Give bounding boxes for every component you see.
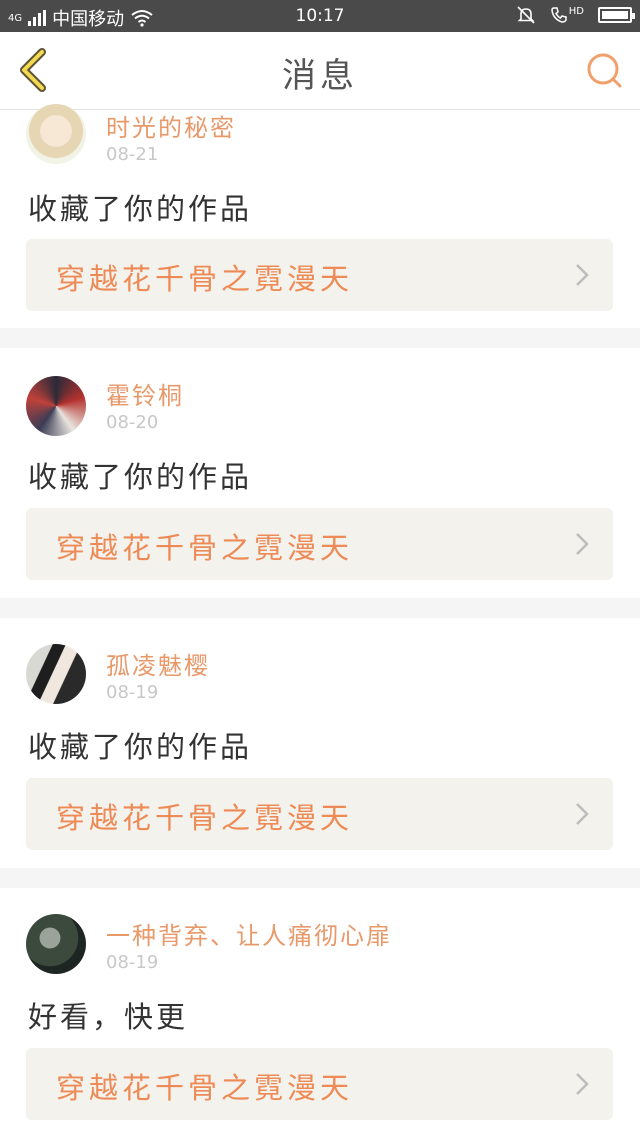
message-action: 收藏了你的作品: [28, 192, 253, 226]
message-action: 收藏了你的作品: [28, 730, 253, 764]
message-date: 08-19: [106, 952, 159, 973]
message-action: 收藏了你的作品: [28, 460, 253, 494]
page-title: 消息: [282, 56, 358, 96]
username[interactable]: 一种背弃、让人痛彻心扉: [106, 916, 392, 951]
avatar[interactable]: [26, 914, 86, 974]
message-card: 霍铃桐 08-20 收藏了你的作品 穿越花千骨之霓漫天: [0, 348, 640, 598]
battery-icon: [598, 7, 635, 23]
work-link[interactable]: 穿越花千骨之霓漫天: [26, 239, 613, 311]
username[interactable]: 霍铃桐: [106, 376, 184, 411]
work-title: 穿越花千骨之霓漫天: [56, 262, 354, 296]
search-icon[interactable]: [584, 50, 626, 92]
work-title: 穿越花千骨之霓漫天: [56, 1071, 354, 1105]
avatar[interactable]: [26, 644, 86, 704]
work-title: 穿越花千骨之霓漫天: [56, 531, 354, 565]
nav-bar: 消息: [0, 32, 640, 110]
avatar[interactable]: [26, 104, 86, 164]
phone-icon: [551, 7, 567, 23]
message-card: 一种背弃、让人痛彻心扉 08-19 好看，快更 穿越花千骨之霓漫天: [0, 888, 640, 1138]
mute-bell-icon: [517, 6, 535, 24]
message-date: 08-21: [106, 144, 159, 165]
work-link[interactable]: 穿越花千骨之霓漫天: [26, 1048, 613, 1120]
message-date: 08-20: [106, 412, 159, 433]
message-date: 08-19: [106, 682, 159, 703]
work-link[interactable]: 穿越花千骨之霓漫天: [26, 778, 613, 850]
status-bar: 4G 中国移动 10:17 HD: [0, 0, 640, 32]
hd-label: HD: [568, 6, 584, 17]
message-action: 好看，快更: [28, 1000, 189, 1034]
username[interactable]: 时光的秘密: [106, 108, 236, 143]
chevron-right-icon: [576, 533, 589, 555]
chevron-right-icon: [576, 1073, 589, 1095]
work-link[interactable]: 穿越花千骨之霓漫天: [26, 508, 613, 580]
chevron-right-icon: [576, 264, 589, 286]
message-card: 孤凌魅樱 08-19 收藏了你的作品 穿越花千骨之霓漫天: [0, 618, 640, 868]
avatar[interactable]: [26, 376, 86, 436]
work-title: 穿越花千骨之霓漫天: [56, 801, 354, 835]
username[interactable]: 孤凌魅樱: [106, 646, 210, 681]
chevron-right-icon: [576, 803, 589, 825]
message-card: 时光的秘密 08-21 收藏了你的作品 穿越花千骨之霓漫天: [0, 104, 640, 328]
